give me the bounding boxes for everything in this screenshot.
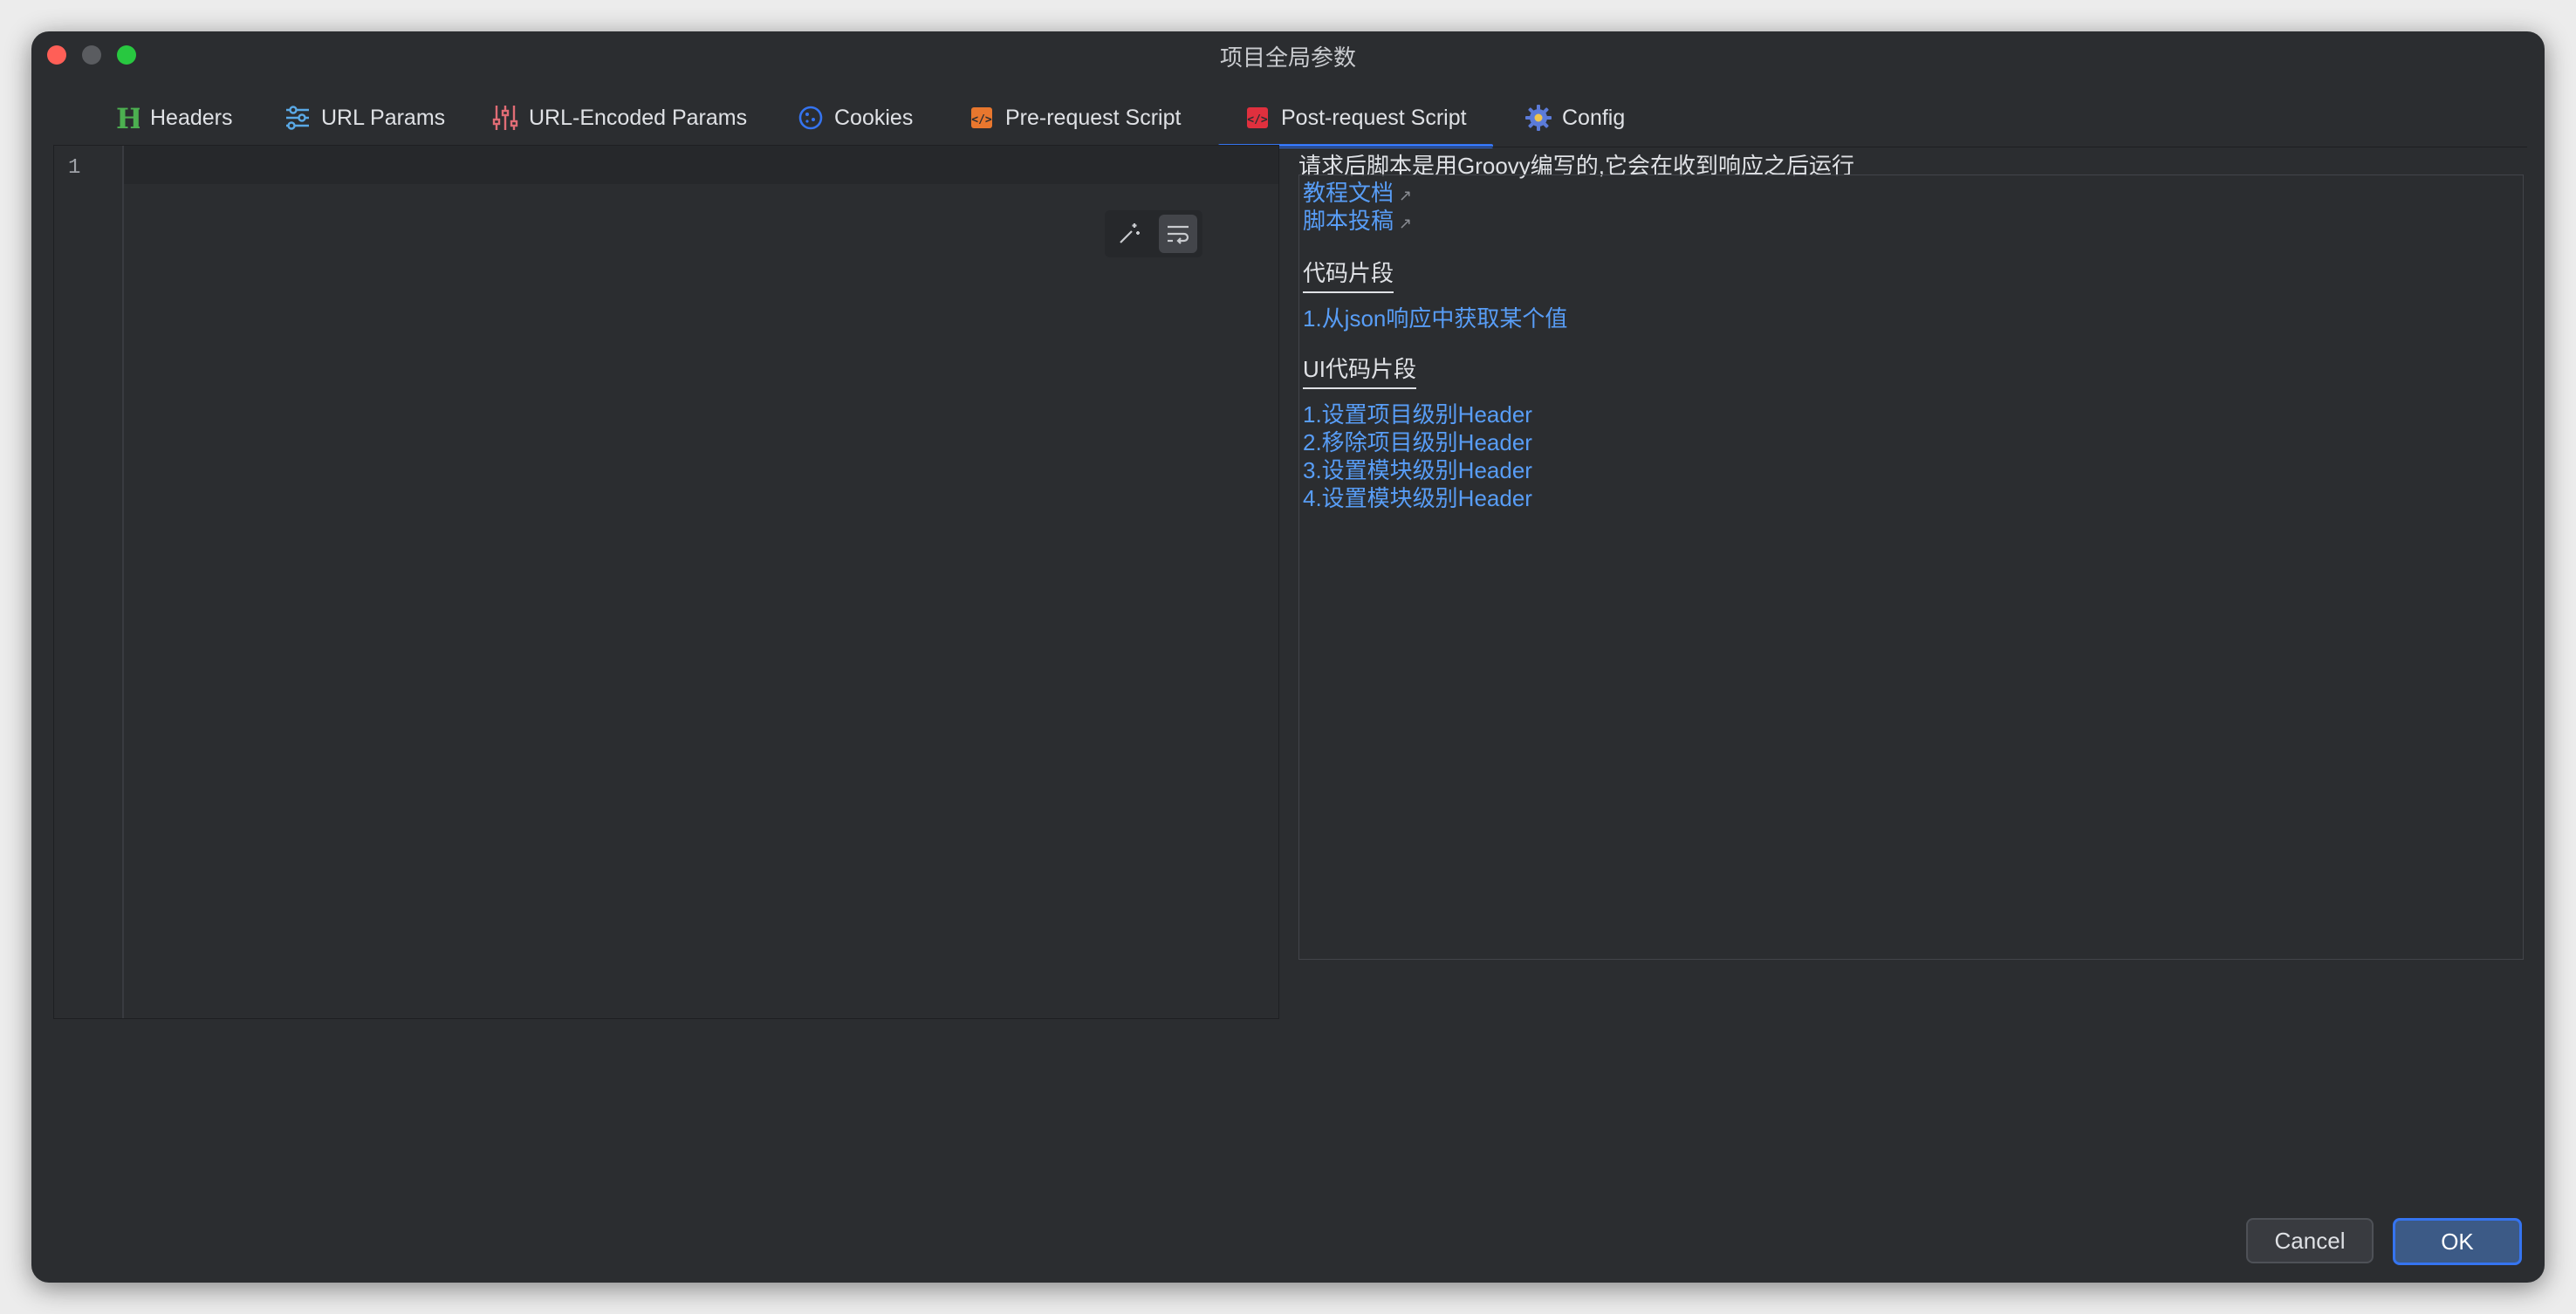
sliders-icon [283, 103, 312, 133]
ok-button[interactable]: OK [2393, 1218, 2522, 1265]
cancel-button[interactable]: Cancel [2246, 1218, 2374, 1263]
line-number: 1 [68, 156, 81, 180]
ui-snippets-heading: UI代码片段 [1303, 352, 1417, 389]
script-editor[interactable]: 1 [53, 145, 1279, 1019]
link-label: 教程文档 [1303, 180, 1394, 206]
line-gutter: 1 [54, 146, 124, 1018]
svg-text:</>: </> [971, 113, 992, 127]
soft-wrap-icon[interactable] [1159, 215, 1197, 253]
cookie-icon [796, 103, 826, 133]
tab-label: URL Params [321, 105, 446, 130]
snippets-heading: 代码片段 [1303, 256, 1394, 293]
current-line-highlight [124, 146, 1278, 184]
equalizer-icon [490, 103, 520, 133]
title-bar: 项目全局参数 [31, 31, 2545, 75]
external-link-icon: ↗ [1399, 187, 1413, 204]
link-label: 脚本投稿 [1303, 208, 1394, 234]
dialog-window: 项目全局参数 H Headers URL Params URL-Encoded … [31, 31, 2545, 1283]
magic-wand-icon[interactable] [1110, 215, 1148, 253]
tab-label: Cookies [834, 105, 914, 130]
tab-label: Post-request Script [1281, 105, 1467, 130]
ui-snippet-item[interactable]: 4.设置模块级别Header [1303, 481, 1532, 513]
tab-headers[interactable]: H Headers [112, 91, 233, 145]
section-title: UI代码片段 [1303, 352, 1417, 389]
code-file-icon: </> [1243, 103, 1272, 133]
tab-url-encoded-params[interactable]: URL-Encoded Params [490, 91, 747, 145]
script-submission-link[interactable]: 脚本投稿 ↗ [1303, 203, 1412, 236]
tab-pre-request-script[interactable]: </> Pre-request Script [967, 91, 1181, 145]
tab-cookies[interactable]: Cookies [796, 91, 913, 145]
window-title: 项目全局参数 [1219, 44, 1356, 71]
svg-text:</>: </> [1247, 113, 1268, 127]
tab-bar: H Headers URL Params URL-Encoded Params … [66, 91, 2527, 148]
snippet-item[interactable]: 1.从json响应中获取某个值 [1303, 301, 1567, 333]
tab-url-params[interactable]: URL Params [283, 91, 445, 145]
gear-icon [1524, 103, 1553, 133]
headers-h-icon: H [112, 103, 141, 133]
tab-label: Headers [150, 105, 233, 130]
section-title: 代码片段 [1303, 256, 1394, 293]
code-file-icon: </> [967, 103, 997, 133]
svg-text:H: H [116, 104, 140, 132]
tab-label: Config [1562, 105, 1626, 130]
tab-post-request-script[interactable]: </> Post-request Script [1218, 91, 1493, 148]
tab-label: Pre-request Script [1005, 105, 1182, 130]
external-link-icon: ↗ [1399, 215, 1413, 232]
tab-config[interactable]: Config [1524, 91, 1625, 145]
tab-label: URL-Encoded Params [529, 105, 748, 130]
editor-toolbar [1105, 210, 1202, 257]
help-panel: 请求后脚本是用Groovy编写的,它会在收到响应之后运行 教程文档 ↗ 脚本投稿 ↗… [1297, 145, 2527, 1017]
help-content-box: 教程文档 ↗ 脚本投稿 ↗ 代码片段 1.从json响应中获取某个值 UI代码片段 … [1298, 175, 2524, 960]
